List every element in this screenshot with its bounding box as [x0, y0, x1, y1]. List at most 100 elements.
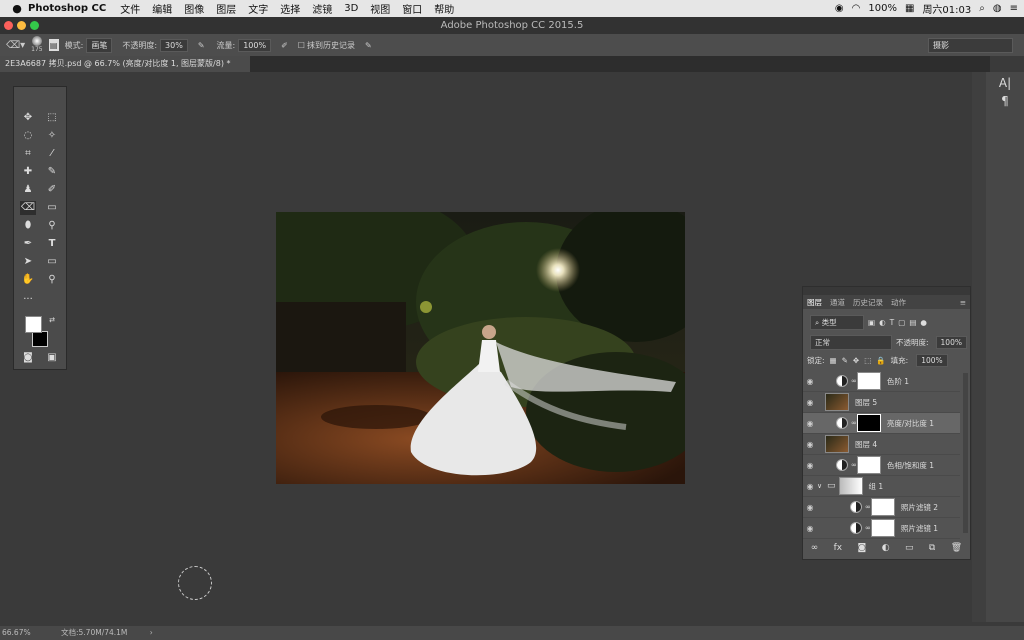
document-tab[interactable]: 2E3A6687 拷贝.psd @ 66.7% (亮度/对比度 1, 图层蒙版/…	[0, 56, 251, 72]
lock-artboard-icon[interactable]: ⬚	[864, 356, 871, 365]
link-layers-icon[interactable]: ∞	[811, 543, 819, 553]
crop-tool-icon[interactable]: ⌗	[20, 147, 36, 161]
type-tool-icon[interactable]: T	[44, 237, 60, 251]
fx-icon[interactable]: fx	[834, 543, 843, 553]
lock-transparent-icon[interactable]: ▦	[830, 356, 837, 365]
record-icon[interactable]: ◉	[835, 3, 844, 14]
layer-name[interactable]: 色相/饱和度 1	[887, 460, 934, 471]
move-tool-icon[interactable]: ✥	[20, 111, 36, 125]
zoom-button[interactable]	[30, 21, 39, 30]
menu-edit[interactable]: 编辑	[152, 1, 172, 16]
layer-mask-thumb[interactable]	[856, 456, 881, 474]
lock-pixels-icon[interactable]: ✎	[842, 356, 848, 365]
filter-type-icon[interactable]: T	[890, 318, 895, 327]
menu-layer[interactable]: 图层	[216, 1, 236, 16]
close-button[interactable]	[4, 21, 13, 30]
lock-all-icon[interactable]: 🔒	[876, 356, 885, 365]
layer-row[interactable]: ◉ ∞ 照片滤镜 1	[803, 518, 960, 539]
filter-smart-icon[interactable]: ▤	[909, 318, 916, 327]
healing-brush-tool-icon[interactable]: ✚	[20, 165, 36, 179]
layer-row[interactable]: ◉ ∞ 照片滤镜 2	[803, 497, 960, 518]
panel-menu-icon[interactable]: ≡	[960, 298, 966, 307]
fill-input[interactable]: 100%	[916, 354, 948, 367]
layer-name[interactable]: 照片滤镜 2	[901, 502, 938, 513]
layer-row[interactable]: ◉ ∞ 色相/饱和度 1	[803, 455, 960, 476]
visibility-eye-icon[interactable]: ◉	[803, 461, 817, 470]
eraser-tool-icon[interactable]: ⌫	[20, 201, 36, 215]
layer-name[interactable]: 图层 4	[855, 439, 877, 450]
layer-mask-thumb[interactable]	[870, 498, 895, 516]
edit-toolbar-icon[interactable]: ···	[20, 293, 36, 307]
status-menu-icon[interactable]: ›	[150, 628, 153, 637]
delete-layer-icon[interactable]: 🗑	[951, 543, 962, 553]
menu-filter[interactable]: 滤镜	[312, 1, 332, 16]
path-selection-tool-icon[interactable]: ➤	[20, 255, 36, 269]
lasso-tool-icon[interactable]: ◌	[20, 129, 36, 143]
eraser-preset-icon[interactable]: ⌫▾	[6, 40, 25, 51]
menu-3d[interactable]: 3D	[344, 3, 358, 14]
layer-row[interactable]: ◉ 图层 5	[803, 392, 960, 413]
workspace-select[interactable]: 摄影	[928, 37, 1013, 53]
pressure-size-icon[interactable]: ✎	[365, 41, 372, 50]
filter-toggle-icon[interactable]: ●	[920, 318, 927, 327]
pen-tool-icon[interactable]: ✒	[20, 237, 36, 251]
pressure-opacity-icon[interactable]: ✎	[198, 41, 205, 50]
tab-actions[interactable]: 动作	[891, 297, 906, 308]
new-adjustment-icon[interactable]: ◐	[882, 543, 890, 553]
layer-mask-thumb[interactable]	[870, 519, 895, 537]
filter-pixel-icon[interactable]: ▣	[868, 318, 875, 327]
brush-tool-icon[interactable]: ✎	[44, 165, 60, 179]
menu-window[interactable]: 窗口	[402, 1, 422, 16]
filter-adjust-icon[interactable]: ◐	[879, 318, 886, 327]
zoom-level[interactable]: 66.67%	[2, 628, 31, 637]
clone-stamp-tool-icon[interactable]: ♟	[20, 183, 36, 197]
brush-preset-picker[interactable]: 175	[31, 36, 43, 54]
menu-view[interactable]: 视图	[370, 1, 390, 16]
add-mask-icon[interactable]: ◙	[858, 543, 867, 553]
visibility-eye-icon[interactable]: ◉	[803, 524, 817, 533]
layer-row[interactable]: ◉ 图层 4	[803, 434, 960, 455]
flow-input[interactable]: 100%	[238, 38, 272, 52]
lock-position-icon[interactable]: ✥	[853, 356, 859, 365]
filter-kind-select[interactable]: ⌕ 类型	[810, 315, 864, 330]
background-color-swatch[interactable]	[32, 331, 48, 347]
layer-mask-thumb[interactable]	[856, 372, 881, 390]
flag-icon[interactable]: ▦	[905, 3, 914, 14]
hand-tool-icon[interactable]: ✋	[20, 273, 36, 287]
minimize-button[interactable]	[17, 21, 26, 30]
gradient-tool-icon[interactable]: ▭	[44, 201, 60, 215]
zoom-tool-icon[interactable]: ⚲	[44, 273, 60, 287]
menu-help[interactable]: 帮助	[434, 1, 454, 16]
layer-mask-thumb[interactable]	[856, 414, 881, 432]
new-group-icon[interactable]: ▭	[905, 543, 914, 553]
group-expand-icon[interactable]: ∨	[817, 482, 827, 490]
swap-colors-icon[interactable]: ⇄	[44, 313, 60, 327]
menu-type[interactable]: 文字	[248, 1, 268, 16]
erase-history-checkbox[interactable]: ☐	[298, 41, 305, 50]
new-layer-icon[interactable]: ⧉	[929, 543, 935, 553]
layer-thumbnail[interactable]	[825, 435, 849, 453]
visibility-eye-icon[interactable]: ◉	[803, 377, 817, 386]
magic-wand-tool-icon[interactable]: ✧	[44, 129, 60, 143]
layer-name[interactable]: 色阶 1	[887, 376, 909, 387]
mode-select[interactable]: 画笔	[86, 37, 113, 53]
filter-shape-icon[interactable]: ▢	[898, 318, 905, 327]
brush-panel-icon[interactable]: ▤	[48, 39, 59, 51]
character-panel-icon[interactable]: A|	[986, 76, 1024, 90]
menu-list-icon[interactable]: ≡	[1010, 3, 1018, 14]
layer-group-row[interactable]: ◉ ∨ ▭ 组 1	[803, 476, 960, 497]
layer-name[interactable]: 组 1	[869, 481, 884, 492]
layer-name[interactable]: 图层 5	[855, 397, 877, 408]
tab-channels[interactable]: 通道	[830, 297, 845, 308]
layer-name[interactable]: 照片滤镜 1	[901, 523, 938, 534]
group-mask-thumb[interactable]	[838, 477, 863, 495]
paragraph-panel-icon[interactable]: ¶	[986, 94, 1024, 108]
visibility-eye-icon[interactable]: ◉	[803, 398, 817, 407]
visibility-eye-icon[interactable]: ◉	[803, 503, 817, 512]
menu-file[interactable]: 文件	[120, 1, 140, 16]
blur-tool-icon[interactable]: ⬮	[20, 219, 36, 233]
visibility-eye-icon[interactable]: ◉	[803, 482, 817, 491]
layer-opacity-input[interactable]: 100%	[935, 336, 967, 349]
battery-text[interactable]: 100%	[868, 3, 897, 14]
apple-icon[interactable]: ●	[6, 2, 28, 15]
